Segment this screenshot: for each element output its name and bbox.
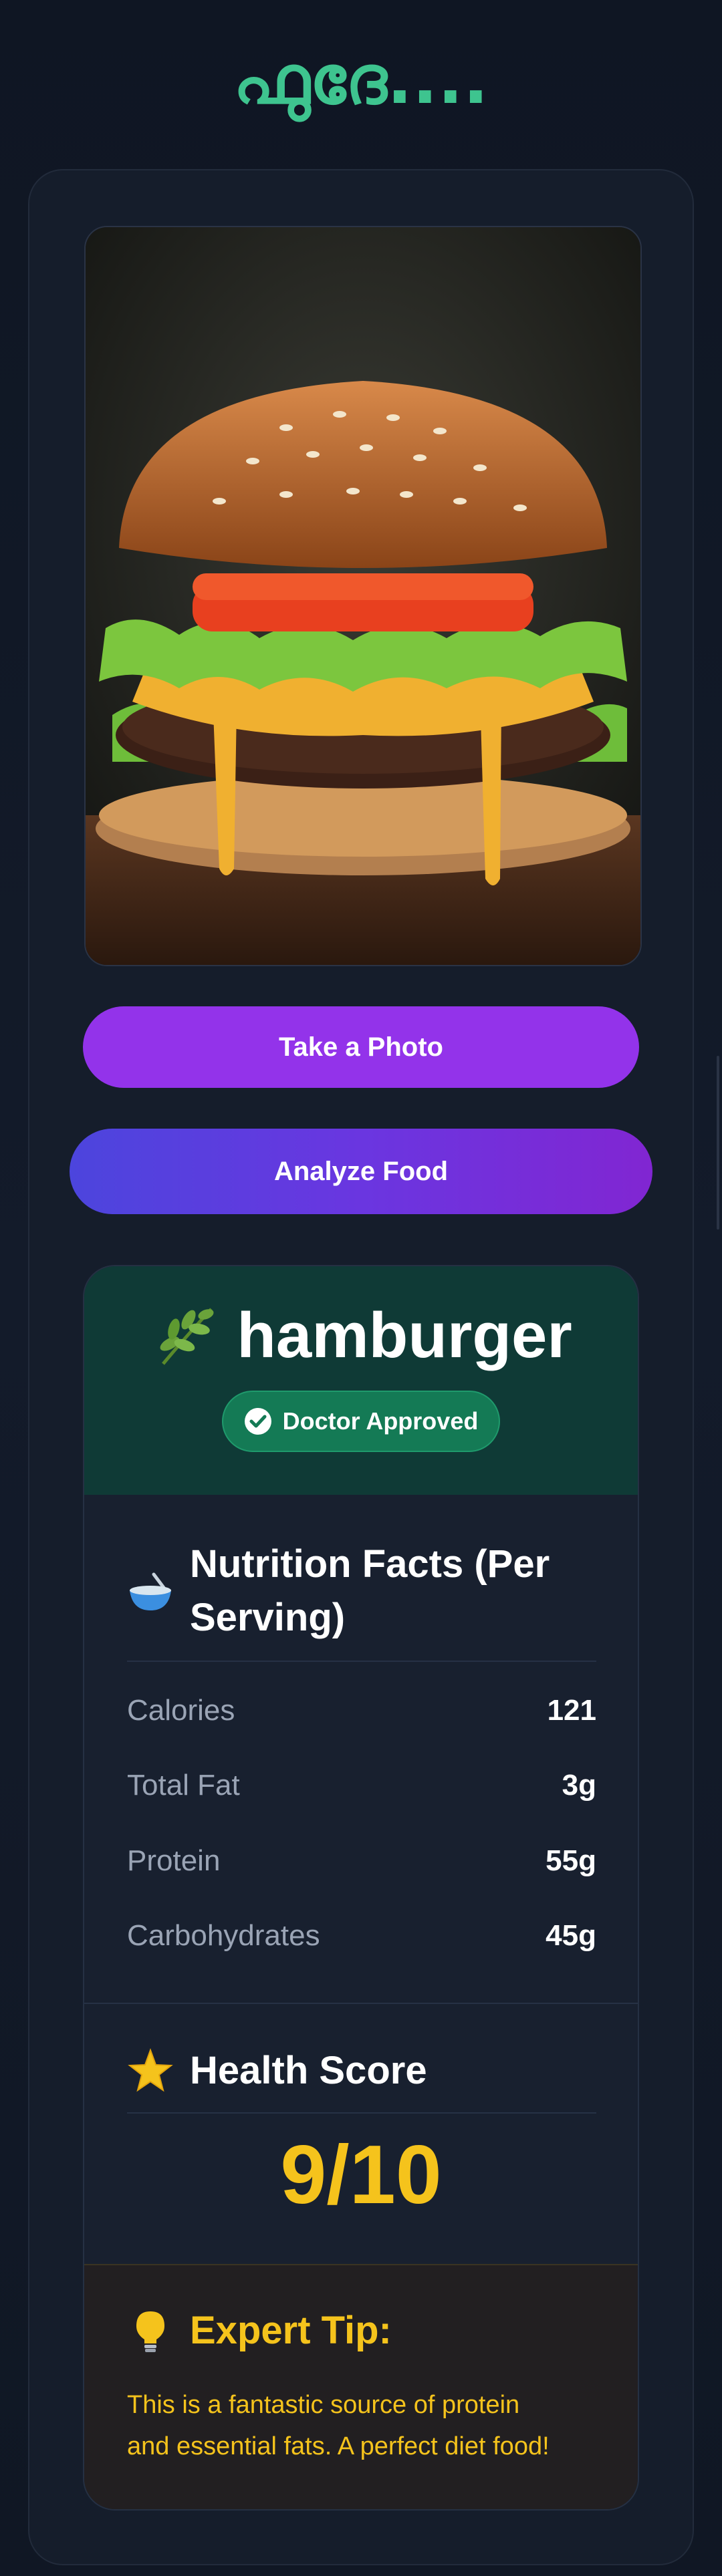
expert-tip-text: This is a fantastic source of protein an…	[127, 2384, 608, 2467]
health-divider	[127, 2112, 596, 2114]
nutrition-label: Calories	[127, 1694, 235, 1727]
bowl-icon	[130, 1572, 171, 1610]
check-circle-icon	[244, 1408, 271, 1435]
nutrition-row-carbohydrates: Carbohydrates 45g	[127, 1912, 596, 1959]
expert-tip-title: Expert Tip:	[127, 2304, 392, 2357]
health-score-title: Health Score	[127, 2044, 427, 2098]
nutrition-value: 121	[547, 1694, 596, 1727]
expert-tip-section: Expert Tip: This is a fantastic source o…	[84, 2264, 638, 2509]
doctor-approved-badge: Doctor Approved	[222, 1391, 500, 1452]
badge-label: Doctor Approved	[282, 1407, 479, 1435]
nutrition-row-protein: Protein 55g	[127, 1838, 596, 1884]
star-icon	[128, 2048, 173, 2092]
nutrition-row-total-fat: Total Fat 3g	[127, 1762, 596, 1809]
nutrition-value: 55g	[546, 1844, 596, 1877]
nutrition-label: Protein	[127, 1844, 221, 1877]
nutrition-divider	[127, 1661, 596, 1662]
health-score-value: 9/10	[280, 2129, 442, 2221]
food-image	[84, 226, 642, 966]
take-photo-button[interactable]: Take a Photo	[83, 1006, 639, 1088]
nutrition-title: Nutrition Facts (Per Serving)	[127, 1538, 550, 1644]
nutrition-label: Total Fat	[127, 1769, 240, 1802]
expert-tip-label: Expert Tip:	[190, 2309, 392, 2352]
food-name-row: hamburger	[84, 1296, 638, 1376]
nutrition-value: 45g	[546, 1919, 596, 1952]
result-header: hamburger Doctor Approved	[84, 1266, 638, 1495]
app-title: ഫുദേ....	[233, 41, 489, 119]
hamburger-photo	[86, 227, 640, 965]
herb-icon	[160, 1308, 214, 1365]
nutrition-title-line2: Serving)	[190, 1596, 346, 1639]
nutrition-title-line1: Nutrition Facts (Per	[190, 1542, 550, 1586]
nutrition-row-calories: Calories 121	[127, 1687, 596, 1734]
section-divider	[84, 2003, 638, 2004]
expert-tip-line2: and essential fats. A perfect diet food!	[127, 2432, 550, 2460]
scrollbar[interactable]	[717, 1056, 719, 1230]
result-card: hamburger Doctor Approved Nutrition Fact…	[83, 1265, 639, 2511]
lightbulb-icon	[136, 2311, 164, 2352]
expert-tip-line1: This is a fantastic source of protein	[127, 2391, 520, 2419]
health-score-label: Health Score	[190, 2049, 427, 2092]
analyze-food-button[interactable]: Analyze Food	[70, 1129, 652, 1214]
nutrition-value: 3g	[562, 1769, 596, 1802]
nutrition-label: Carbohydrates	[127, 1919, 320, 1952]
food-name: hamburger	[237, 1300, 572, 1371]
